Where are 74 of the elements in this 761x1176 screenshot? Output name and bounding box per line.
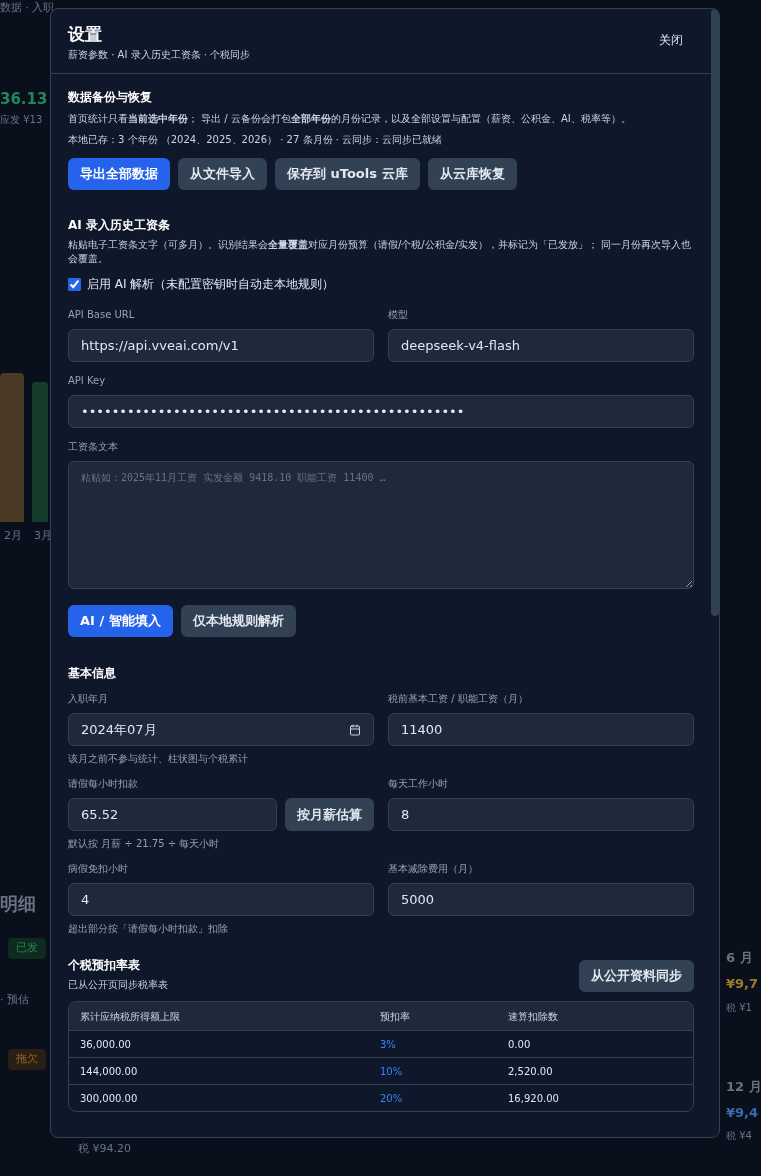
background-text: 拖欠 [8,1049,46,1070]
parse-button[interactable]: AI / 智能填入 [68,605,173,637]
field-label: 税前基本工资 / 职能工资（月） [388,692,529,706]
table-cell-text: 2,520.00 [508,1064,554,1079]
table-cell-text: 20% [380,1091,404,1106]
input-field[interactable]: deepseek-v4-flash [388,329,694,362]
section-title: 数据备份与恢复 [68,89,153,106]
background-text: ¥9,7 [726,975,759,993]
column-header: 预扣率 [380,1009,411,1024]
close-button[interactable]: 关闭 [651,31,691,49]
field-label: 请假每小时扣款 [68,777,139,791]
input-field[interactable]: •••••••••••••••••••••••••••••••••••••••••••••••••• [68,395,694,428]
background-text: 税 ¥94.20 [78,1141,131,1157]
field-label: 每天工作小时 [388,777,449,791]
table-cell-text: 0.00 [508,1037,532,1052]
field-label: 基本减除费用（月） [388,862,479,876]
column-header: 速算扣除数 [508,1009,559,1024]
background-text: 明细 [0,892,36,916]
dialog-subtitle: 薪资参数 · AI 录入历史工资条 · 个税同步 [68,48,251,62]
input-field[interactable]: 4 [68,883,374,916]
background-text: 税 ¥1 [726,1001,752,1015]
field-hint: 该月之前不参与统计、柱状图与个税累计 [68,752,249,766]
field-label: API Key [68,374,107,388]
column-header: 累计应纳税所得额上限 [80,1009,181,1024]
background-text: 3月 [34,528,52,544]
table-cell-text: 36,000.00 [80,1037,132,1052]
field-label: 入职年月 [68,692,109,706]
backup-button[interactable]: 从文件导入 [178,158,267,190]
background-text: 应发 ¥13 [0,113,43,127]
input-field[interactable]: 5000 [388,883,694,916]
table-cell-text: 16,920.00 [508,1091,560,1106]
backup-button[interactable]: 导出全部数据 [68,158,170,190]
section-description: 首页统计只看当前选中年份； 导出 / 云备份会打包全部年份的月份记录，以及全部设置与配置（薪资、公积金、AI、税率等）。 [68,112,632,126]
backup-button[interactable]: 从云库恢复 [427,158,517,190]
section-description: 已从公开页同步税率表 [68,978,168,992]
estimate-button[interactable]: 按月薪估算 [285,798,374,831]
background-text: 税 ¥4 [726,1129,752,1143]
table-cell-text: 10% [380,1064,404,1079]
section-description: 粘贴电子工资条文字（可多月）。识别结果会全量覆盖对应月份预算（请假/个税/公积金/实发），并标记为「已发放」； 同一月份再次导入也会覆盖。 [68,238,693,266]
background-text: 6 月 [726,949,753,967]
background-text: ¥9,4 [726,1104,759,1122]
field-label: 病假免扣小时 [68,862,129,876]
input-field[interactable]: 65.52 [68,798,277,831]
payslip-textarea[interactable]: 粘贴如：2025年11月工资 实发金额 9418.10 职能工资 11400 … [68,461,694,589]
table-cell-text: 3% [380,1037,397,1052]
table-cell-text: 144,000.00 [80,1064,139,1079]
input-field[interactable]: 11400 [388,713,694,746]
field-label: 模型 [388,308,409,322]
field-hint: 默认按 月薪 ÷ 21.75 ÷ 每天小时 [68,837,221,851]
backup-button[interactable]: 保存到 uTools 云库 [275,158,420,190]
section-title: 基本信息 [68,665,117,682]
background-text: 36.13 [0,89,48,110]
input-field[interactable]: https://api.vveai.com/v1 [68,329,374,362]
background-text: 已发 [8,938,46,959]
background-text: 12 月 [726,1078,761,1096]
field-label: 工资条文本 [68,440,119,454]
field-label: API Base URL [68,308,136,322]
section-title: 个税预扣率表 [68,957,141,974]
storage-status: 本地已存：3 个年份 （2024、2025、2026） · 27 条月份 · 云同步：云同步已就绪 [68,133,444,147]
background-text: 数据 · 入职 [0,0,55,16]
date-field[interactable]: 2024年07月 [68,713,374,746]
section-title: AI 录入历史工资条 [68,217,171,234]
background-text: 2月 [4,528,22,544]
sync-button[interactable]: 从公开资料同步 [579,960,694,992]
enable-ai-checkbox[interactable] [68,277,81,291]
background-text: · 预估 [0,992,29,1008]
checkbox-label: 启用 AI 解析（未配置密钥时自动走本地规则） [87,276,335,293]
parse-button[interactable]: 仅本地规则解析 [180,605,296,637]
calendar-icon [349,723,361,736]
table-cell-text: 300,000.00 [80,1091,139,1106]
input-field[interactable]: 8 [388,798,694,831]
scrollbar-thumb[interactable] [711,9,719,616]
dialog-title: 设置 [68,23,103,46]
field-hint: 超出部分按「请假每小时扣款」扣除 [68,922,229,936]
